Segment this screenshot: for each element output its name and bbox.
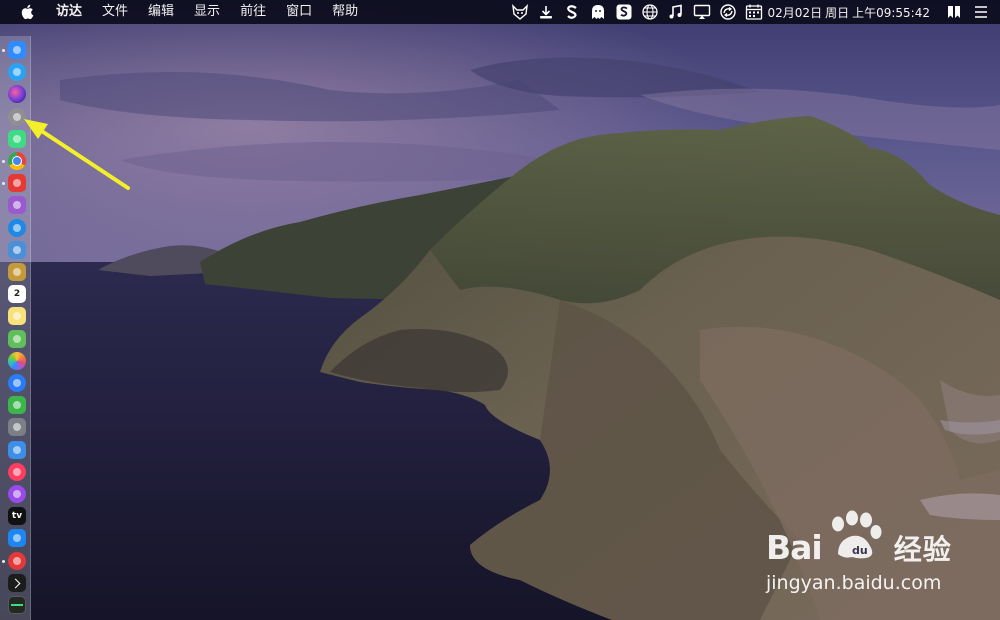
finder-icon[interactable]	[8, 41, 26, 59]
clock-date[interactable]: 02月02日	[768, 4, 823, 21]
clock-time[interactable]: 上午09:55:42	[852, 4, 930, 21]
apple-menu-icon[interactable]	[16, 0, 38, 24]
system-preferences-icon[interactable]	[8, 418, 26, 436]
chrome-icon[interactable]	[8, 152, 26, 170]
app-store-icon[interactable]	[8, 63, 26, 81]
fox-icon[interactable]	[509, 1, 531, 23]
app-store-blue-icon[interactable]	[8, 529, 26, 547]
calendar-label: 2	[13, 289, 21, 299]
watermark-brand: Bai 经验	[766, 528, 952, 567]
menu-file[interactable]: 文件	[102, 0, 128, 24]
display-icon[interactable]	[691, 1, 713, 23]
activity-monitor-icon[interactable]	[8, 596, 26, 614]
music-note-icon[interactable]	[665, 1, 687, 23]
watermark-url: jingyan.baidu.com	[766, 572, 942, 594]
vivaldi-icon[interactable]	[8, 552, 26, 570]
siri-icon[interactable]	[8, 85, 26, 103]
calendar-status-icon[interactable]	[743, 1, 765, 23]
list-menu-icon[interactable]	[968, 1, 994, 23]
running-indicator	[2, 49, 5, 52]
notes-app-icon[interactable]	[8, 263, 26, 281]
menu-edit[interactable]: 编辑	[148, 0, 174, 24]
menu-view[interactable]: 显示	[194, 0, 220, 24]
menu-app-name[interactable]: 访达	[56, 0, 82, 24]
messages-icon[interactable]	[8, 374, 26, 392]
preview-icon[interactable]	[8, 241, 26, 259]
android-icon[interactable]	[8, 130, 26, 148]
ghost-icon[interactable]	[587, 1, 609, 23]
dock: 2 tv	[0, 36, 31, 620]
music-icon[interactable]	[8, 463, 26, 481]
calendar-icon[interactable]: 2	[8, 285, 26, 303]
menu-bar: 访达 文件 编辑 显示 前往 窗口 帮助 02月02日 周日 上午09:55:4…	[0, 0, 1000, 24]
purple-app-icon[interactable]	[8, 196, 26, 214]
sogou-icon[interactable]	[613, 1, 635, 23]
maps-icon[interactable]	[8, 330, 26, 348]
menu-go[interactable]: 前往	[240, 0, 266, 24]
running-indicator	[2, 560, 5, 563]
facetime-icon[interactable]	[8, 396, 26, 414]
menu-help[interactable]: 帮助	[332, 0, 358, 24]
podcasts-icon[interactable]	[8, 485, 26, 503]
sync-icon[interactable]	[717, 1, 739, 23]
clock-weekday[interactable]: 周日	[825, 4, 849, 21]
tv-label: tv	[11, 511, 23, 521]
menu-window[interactable]: 窗口	[286, 0, 312, 24]
notes-icon[interactable]	[8, 307, 26, 325]
s-app-icon[interactable]	[561, 1, 583, 23]
baidu-jingyan-watermark: du Bai 经验 jingyan.baidu.com	[766, 510, 966, 600]
tv-icon[interactable]: tv	[8, 507, 26, 525]
running-indicator	[2, 160, 5, 163]
launchpad-icon[interactable]	[8, 108, 26, 126]
red-app-icon[interactable]	[8, 174, 26, 192]
download-icon[interactable]	[535, 1, 557, 23]
terminal-icon[interactable]	[8, 574, 26, 592]
keynote-icon[interactable]	[8, 441, 26, 459]
photos-icon[interactable]	[8, 352, 26, 370]
baidu-jingyan-menubar-icon[interactable]	[944, 1, 964, 23]
running-indicator	[2, 182, 5, 185]
safari-icon[interactable]	[8, 219, 26, 237]
globe-icon[interactable]	[639, 1, 661, 23]
